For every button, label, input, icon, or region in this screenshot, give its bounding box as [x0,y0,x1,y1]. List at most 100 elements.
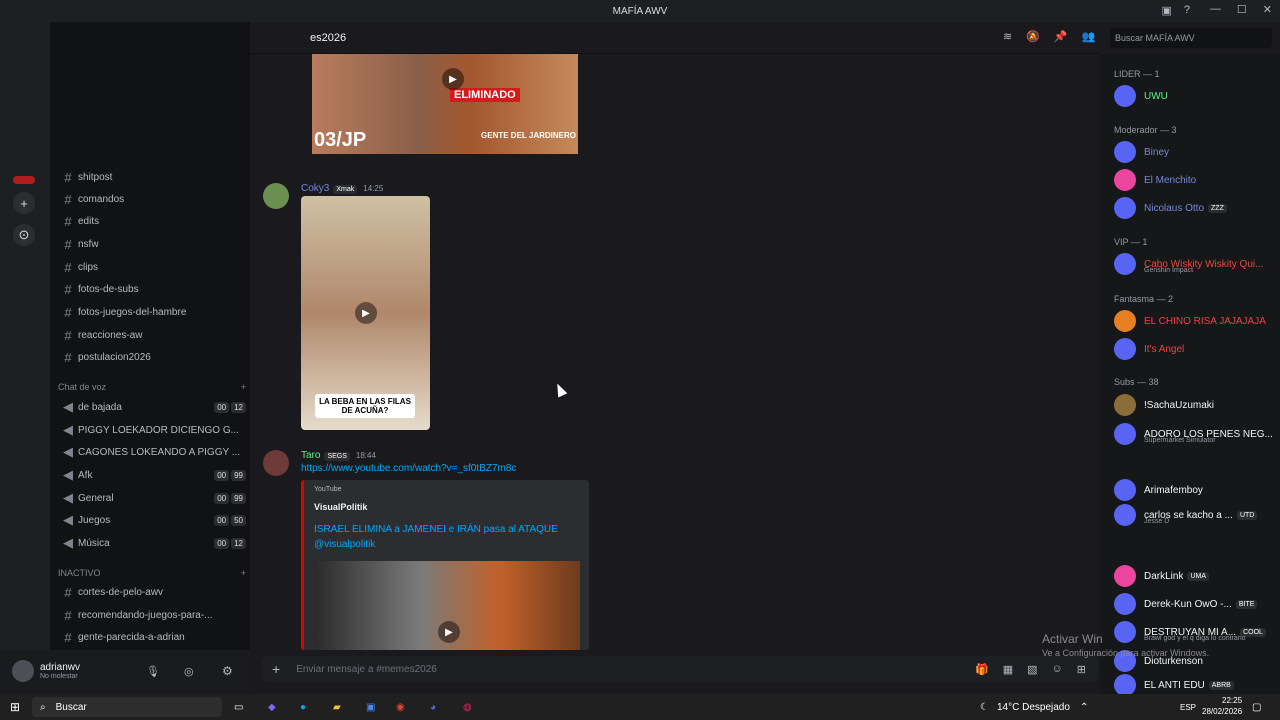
members-icon[interactable]: 👥 [1082,30,1096,43]
category-voice[interactable]: Chat de voz + [58,382,246,392]
discover-icon[interactable]: ⊙ [13,224,35,246]
avatar[interactable] [263,183,289,209]
hash-icon: # [64,607,72,623]
channel-gente-parecida[interactable]: # gente-parecida-a-adrian [58,627,246,647]
search-icon: ⌕ [40,701,46,713]
channel-nsfw[interactable]: # nsfw [58,234,246,254]
message-header: Taro SEGS 18:44 [301,450,376,461]
member[interactable]: ADORO LOS PENES NEG... Supermarket Simula… [1114,422,1274,446]
username: adrianwv [40,662,81,673]
gif-icon[interactable]: ▦ [1003,663,1013,676]
tray-chevron-icon[interactable]: ⌃ [1080,702,1088,713]
speaker-icon: ◀ [63,399,73,414]
channel-fotos-juegos[interactable]: # fotos-juegos-del-hambre [58,302,246,322]
discord-icon[interactable]: ◕ [430,702,436,713]
language-indicator[interactable]: ESP [1180,703,1196,712]
channel-list: # shitpost # comandos # edits # nsfw # clips … [50,22,250,650]
store-icon[interactable]: ▣ [366,702,375,713]
voice-channel[interactable]: ◀ de bajada 00 12 [58,397,246,417]
add-channel-icon[interactable]: + [241,568,246,578]
microphone-icon[interactable]: 🎙 [146,665,160,678]
member[interactable]: carlos se kacho a ... UTD Jesse D [1114,503,1274,527]
play-icon[interactable]: ▶ [355,302,377,324]
video-thumbnail[interactable]: ELIMINADO 03/JP GENTE DEL JARDINERO ▶ [312,54,578,154]
channel-cortes[interactable]: # cortes-de-pelo-awv [58,582,246,602]
edge-icon[interactable]: ● [300,702,306,713]
taskbar-search[interactable]: ⌕ Buscar [32,697,222,717]
task-view-icon[interactable]: ▭ [234,702,243,713]
activation-watermark-sub: Ve a Configuración para activar Windows. [1042,648,1210,658]
voice-channel[interactable]: ◀ PIGGY LOEKADOR DICIENGO G... [58,420,246,440]
category-inactive[interactable]: INACTIVO + [58,568,246,578]
apps-icon[interactable]: ⊞ [1077,663,1086,676]
composer-input[interactable]: Enviar mensaje a #memes2026 [296,664,437,675]
weather-icon: ☾ [980,701,989,713]
video-attachment[interactable]: ▶ LA BEBA EN LAS FILAS DE ACUÑA? [301,196,430,430]
sticker-icon[interactable]: ▧ [1027,663,1037,676]
play-icon[interactable]: ▶ [438,621,460,643]
mute-icon[interactable]: 🔕 [1026,30,1040,43]
member[interactable]: DESTRUYAN MI A... COOL Brawl god y el q di… [1114,620,1274,644]
channel-recomendando[interactable]: # recomendando-juegos-para-... [58,605,246,625]
copilot-icon[interactable]: ◆ [268,702,276,713]
channel-reacciones[interactable]: # reacciones-aw [58,325,246,345]
voice-channel[interactable]: ◀ Música 00 12 [58,533,246,553]
channel-edits[interactable]: # edits [58,211,246,231]
avatar[interactable] [263,450,289,476]
youtube-link[interactable]: https://www.youtube.com/watch?v=_sf0tBZ7… [301,463,516,474]
pin-icon[interactable]: 📌 [1054,30,1068,43]
voice-channel[interactable]: ◀ Afk 00 99 [58,465,246,485]
member[interactable]: UWU [1114,84,1274,108]
maximize-icon[interactable]: ☐ [1237,3,1247,16]
member[interactable]: EL CHINO RISA JAJAJAJA [1114,309,1274,333]
hash-icon: # [64,327,72,343]
member[interactable]: Nicolaus Otto ZZZ [1114,196,1274,220]
avatar[interactable] [12,660,34,682]
add-attachment-icon[interactable]: + [272,661,280,677]
member[interactable]: Arimafemboy [1114,478,1274,502]
emoji-icon[interactable]: ☺ [1052,663,1063,676]
search-input[interactable]: Buscar MAFÍA AWV [1110,28,1272,48]
server-icon[interactable] [13,176,35,184]
inbox-icon[interactable]: ▣ [1161,4,1171,17]
member[interactable]: DarkLink UMA [1114,564,1274,588]
voice-channel[interactable]: ◀ CAGONES LOKEANDO A PIGGY ... [58,442,246,462]
member[interactable]: !SachaUzumaki [1114,393,1274,417]
member[interactable]: El Menchito [1114,168,1274,192]
close-icon[interactable]: ✕ [1263,3,1272,16]
speaker-icon: ◀ [63,490,73,505]
member[interactable]: EL ANTI EDU ABRB [1114,673,1274,694]
message-composer[interactable]: + Enviar mensaje a #memes2026 🎁 ▦ ▧ ☺ ⊞ [262,656,1098,682]
notifications-icon[interactable]: ▢ [1252,702,1261,713]
add-channel-icon[interactable]: + [241,382,246,392]
chrome-icon[interactable]: ◉ [396,702,405,713]
windows-start-icon[interactable]: ⊞ [10,700,20,714]
member[interactable]: Cabo Wiskity Wiskity Qui... Genshin Impac… [1114,252,1274,276]
voice-channel[interactable]: ◀ Juegos 00 50 [58,510,246,530]
embed-thumbnail[interactable]: ▶ [314,561,580,650]
voice-channel[interactable]: ◀ General 00 99 [58,488,246,508]
clock[interactable]: 22:25 28/02/2026 [1202,695,1242,717]
speaker-icon: ◀ [63,467,73,482]
member[interactable]: Derek-Kun OwO -... BITE [1114,592,1274,616]
minimize-icon[interactable]: — [1210,3,1221,16]
channel-shitpost[interactable]: # shitpost [58,167,246,187]
app-icon[interactable]: ◍ [463,702,472,713]
channel-comandos[interactable]: # comandos [58,189,246,209]
member[interactable]: Biney [1114,140,1274,164]
headphones-icon[interactable]: ◎ [184,665,194,678]
folder-icon[interactable]: ▰ [333,702,341,713]
speaker-icon: ◀ [63,512,73,527]
header-toolbar: ≋ 🔕 📌 👥 [1003,30,1095,43]
avatar [1114,423,1136,445]
help-icon[interactable]: ? [1184,4,1190,17]
channel-clips[interactable]: # clips [58,257,246,277]
member[interactable]: It's Angel [1114,337,1274,361]
gift-icon[interactable]: 🎁 [975,663,989,676]
add-server-icon[interactable]: + [13,192,35,214]
channel-fotos-de-subs[interactable]: # fotos-de-subs [58,279,246,299]
gear-icon[interactable]: ⚙ [222,664,233,678]
channel-postulacion[interactable]: # postulacion2026 [58,347,246,367]
threads-icon[interactable]: ≋ [1003,30,1012,43]
play-icon[interactable]: ▶ [442,68,464,90]
